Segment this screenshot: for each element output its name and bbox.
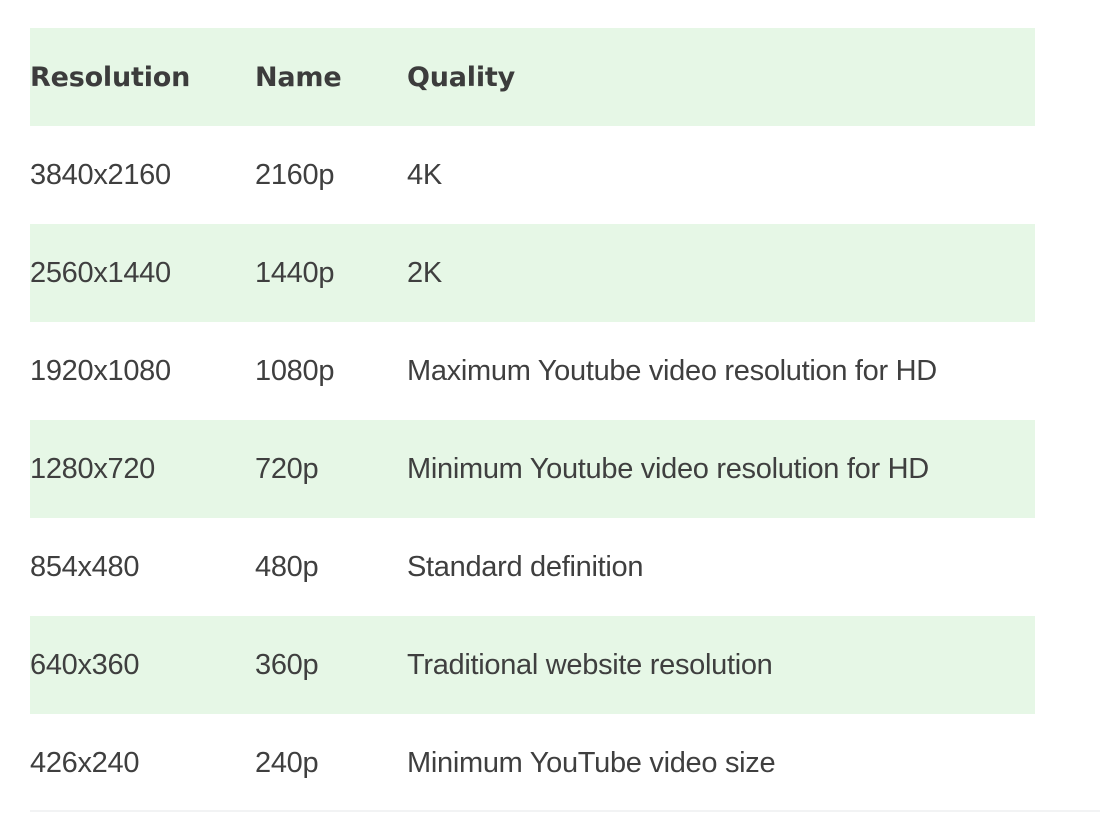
page-root: Resolution Name Quality 3840x2160 2160p …: [0, 0, 1106, 820]
cell-quality: 4K: [407, 158, 442, 191]
cell-quality: 2K: [407, 256, 442, 289]
table-row: 2560x1440 1440p 2K: [30, 224, 1035, 322]
cell-resolution: 3840x2160: [30, 158, 171, 191]
cell-name: 2160p: [255, 158, 335, 191]
table-body: 3840x2160 2160p 4K 2560x1440 1440p 2K 19…: [30, 126, 1035, 812]
cell-resolution: 1280x720: [30, 452, 155, 485]
cell-name: 1440p: [255, 256, 335, 289]
cell-resolution: 640x360: [30, 648, 140, 681]
cell-quality: Traditional website resolution: [407, 648, 773, 681]
cell-resolution: 854x480: [30, 550, 140, 583]
table-header: Resolution Name Quality: [30, 28, 1035, 126]
cell-name: 1080p: [255, 354, 335, 387]
cell-quality: Standard definition: [407, 550, 644, 583]
cell-quality: Minimum Youtube video resolution for HD: [407, 452, 929, 485]
table-row: 426x240 240p Minimum YouTube video size: [30, 714, 1035, 812]
cell-name: 240p: [255, 746, 319, 779]
cell-resolution: 426x240: [30, 746, 140, 779]
video-resolution-table: Resolution Name Quality 3840x2160 2160p …: [30, 28, 1035, 812]
table-row: 1280x720 720p Minimum Youtube video reso…: [30, 420, 1035, 518]
column-header-name: Name: [255, 61, 342, 93]
table-row: 3840x2160 2160p 4K: [30, 126, 1035, 224]
table-row: 854x480 480p Standard definition: [30, 518, 1035, 616]
table-bottom-divider: [30, 810, 1100, 812]
column-header-quality: Quality: [407, 61, 516, 93]
table-row: 1920x1080 1080p Maximum Youtube video re…: [30, 322, 1035, 420]
table-header-row: Resolution Name Quality: [30, 28, 1035, 126]
cell-name: 480p: [255, 550, 319, 583]
cell-name: 360p: [255, 648, 319, 681]
table-row: 640x360 360p Traditional website resolut…: [30, 616, 1035, 714]
cell-resolution: 2560x1440: [30, 256, 171, 289]
cell-resolution: 1920x1080: [30, 354, 171, 387]
column-header-resolution: Resolution: [30, 61, 191, 93]
cell-quality: Minimum YouTube video size: [407, 746, 776, 779]
cell-name: 720p: [255, 452, 319, 485]
cell-quality: Maximum Youtube video resolution for HD: [407, 354, 937, 387]
